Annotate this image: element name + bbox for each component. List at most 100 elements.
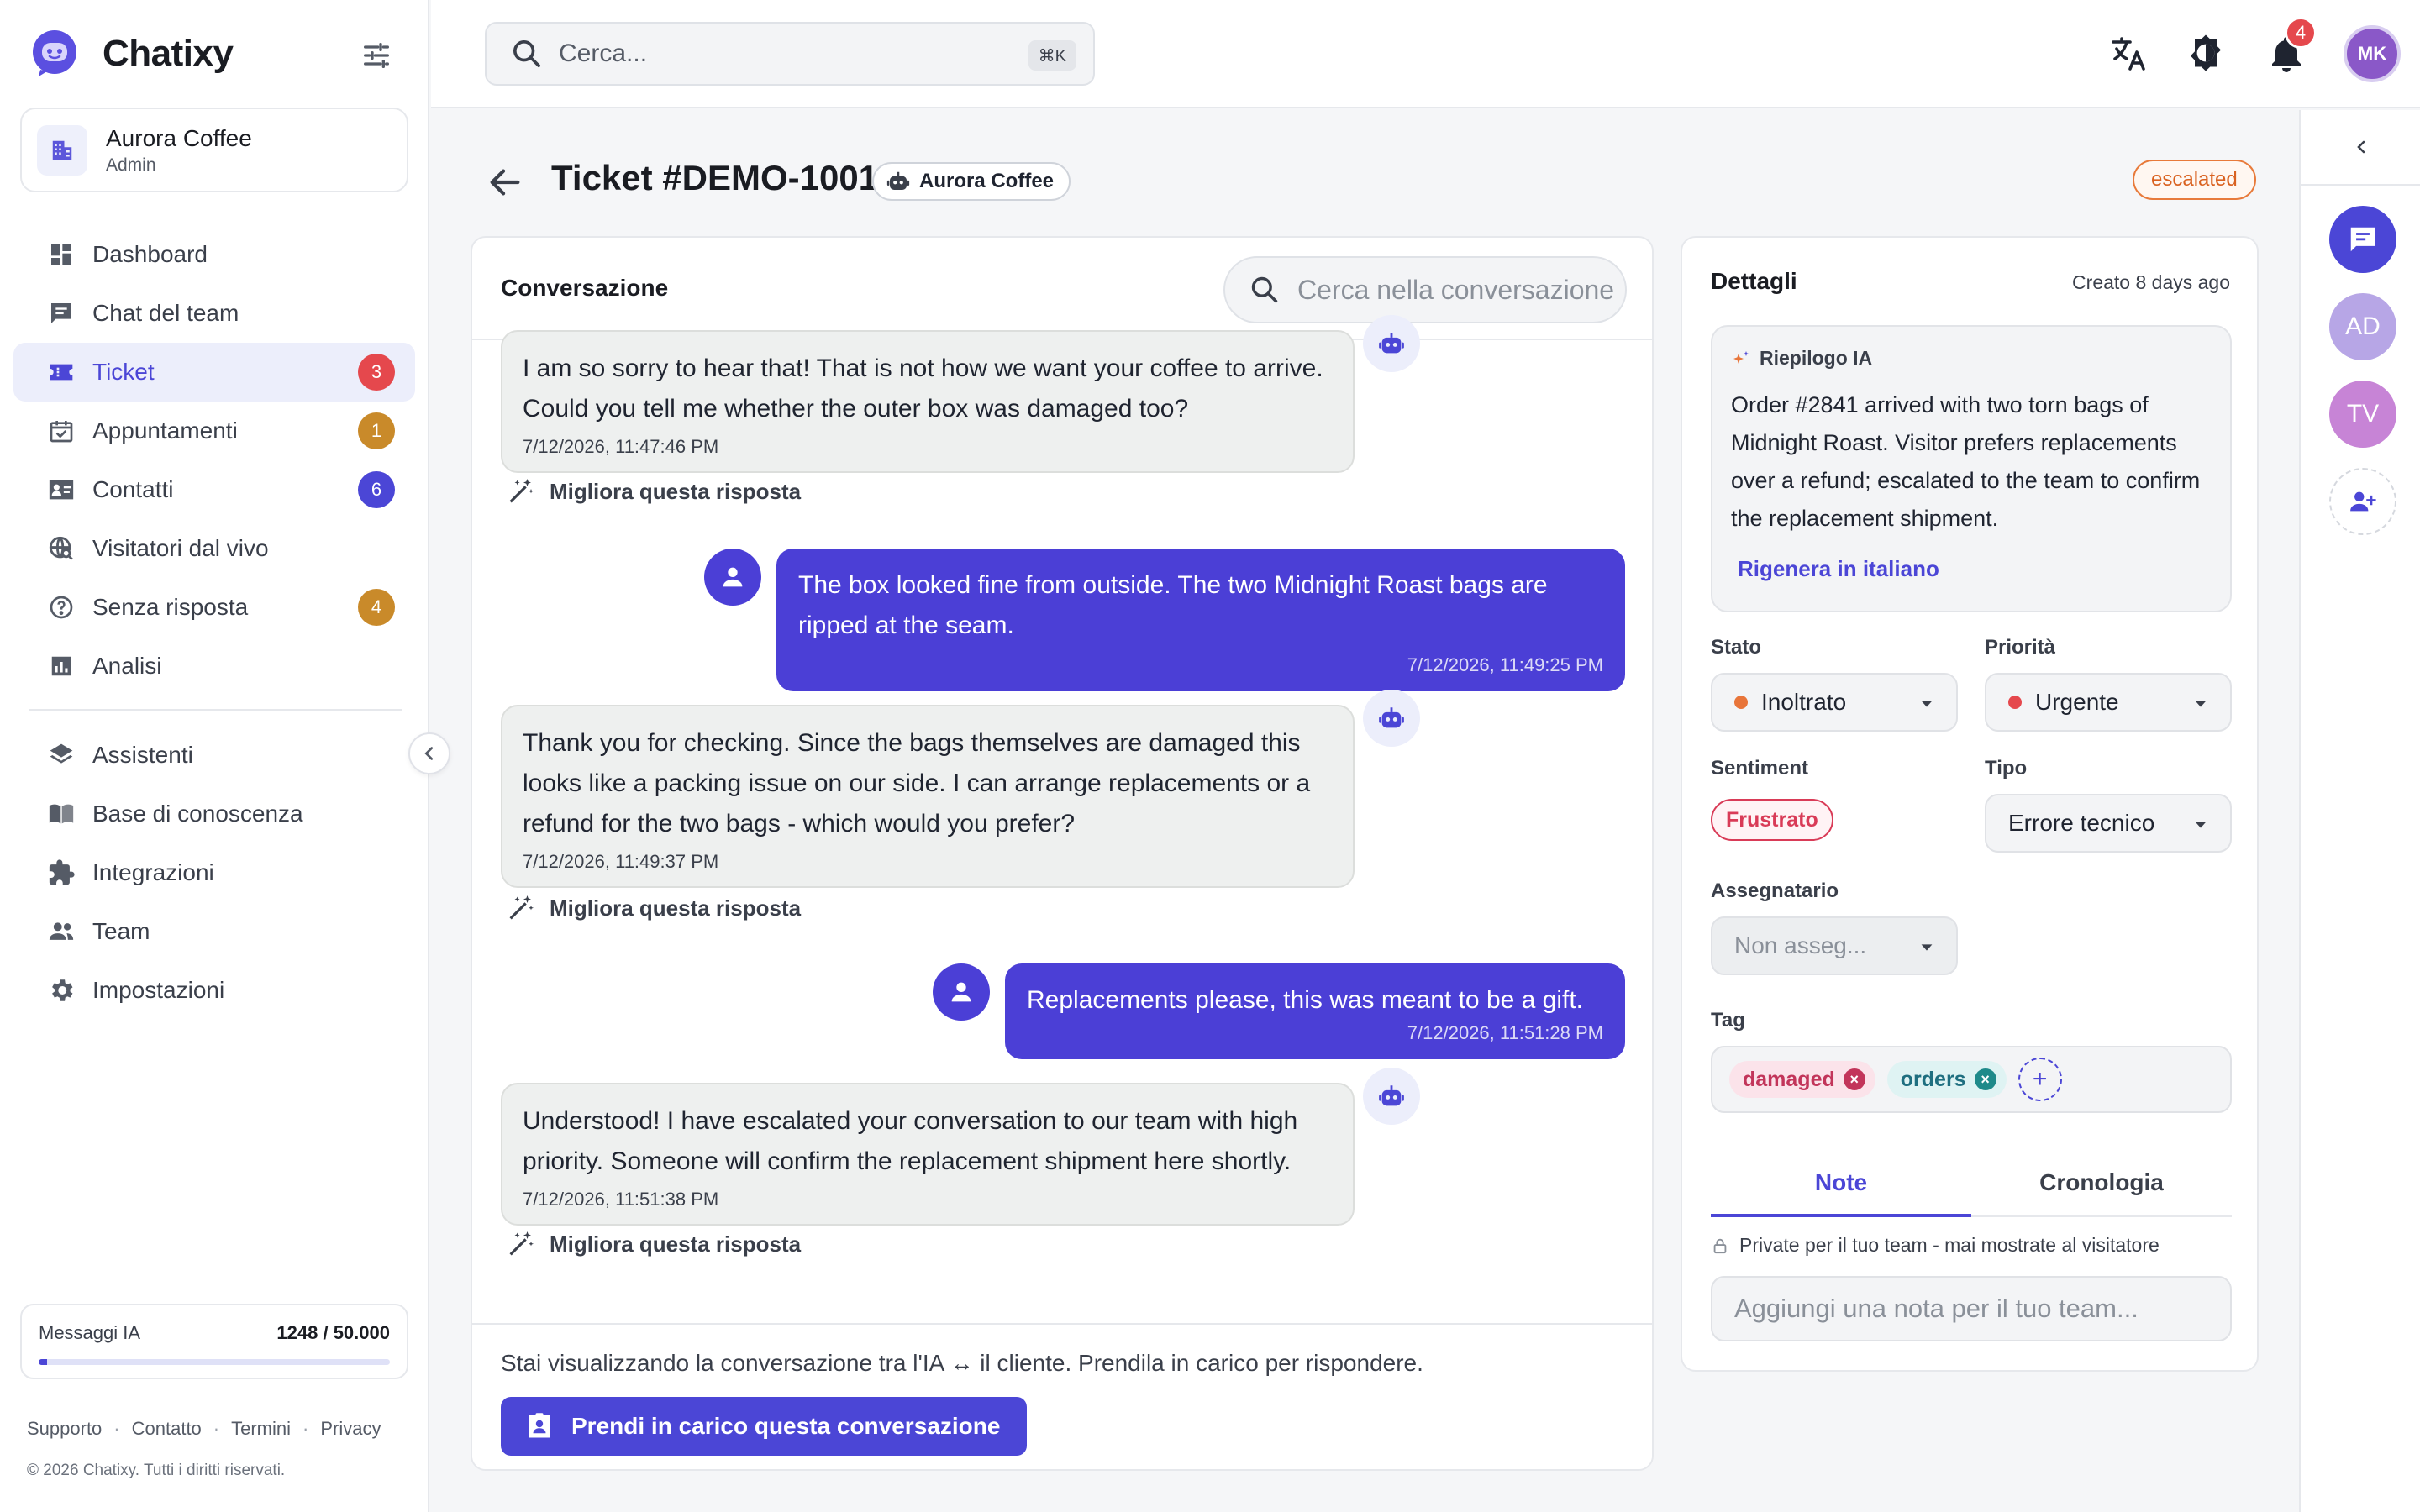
rail-avatar-tv[interactable]: TV <box>2329 381 2396 448</box>
nav-item-unanswered[interactable]: Senza risposta 4 <box>13 578 415 637</box>
improve-response-button[interactable]: Migliora questa risposta <box>506 893 801 923</box>
theme-toggle-icon[interactable] <box>2186 34 2226 74</box>
global-search-input[interactable]: Cerca... ⌘K <box>485 22 1095 86</box>
conversation-footer: Stai visualizzando la conversazione tra … <box>472 1323 1652 1469</box>
sidebar-collapse-button[interactable] <box>408 732 450 774</box>
org-switcher[interactable]: Aurora Coffee Admin <box>20 108 408 192</box>
add-person-icon <box>2350 491 2376 512</box>
type-select[interactable]: Errore tecnico <box>1985 794 2232 853</box>
nav-item-assistants[interactable]: Assistenti <box>13 726 415 785</box>
footer-link-contact[interactable]: Contatto <box>132 1418 202 1440</box>
ticket-status-badge: escalated <box>2133 160 2256 200</box>
footer-link-terms[interactable]: Termini <box>231 1418 291 1440</box>
nav-item-analytics[interactable]: Analisi <box>13 637 415 696</box>
details-title: Dettagli <box>1711 268 1797 294</box>
message-text: Replacements please, this was meant to b… <box>1027 986 1584 1014</box>
chatixy-logo-icon <box>33 30 76 76</box>
translate-icon[interactable] <box>2108 34 2149 74</box>
tune-icon[interactable] <box>360 39 393 72</box>
nav-label: Analisi <box>92 653 162 679</box>
rail-collapse-button[interactable] <box>2301 110 2420 186</box>
conversation-title: Conversazione <box>501 275 669 301</box>
user-avatar[interactable]: MK <box>2344 25 2401 82</box>
improve-response-button[interactable]: Migliora questa risposta <box>506 1229 801 1259</box>
priority-dot <box>2008 696 2022 709</box>
private-notice: Private per il tuo team - mai mostrate a… <box>1711 1234 2160 1257</box>
observer-notice: Stai visualizzando la conversazione tra … <box>501 1350 1423 1376</box>
take-over-button[interactable]: Prendi in carico questa conversazione <box>501 1397 1028 1456</box>
nav-label: Senza risposta <box>92 594 249 620</box>
conversation-search-input[interactable]: Cerca nella conversazione <box>1223 256 1627 323</box>
message-timestamp: 7/12/2026, 11:49:25 PM <box>1407 654 1603 675</box>
message-timestamp: 7/12/2026, 11:51:38 PM <box>523 1189 719 1210</box>
created-date: Creato 8 days ago <box>2072 271 2230 293</box>
nav-item-ticket[interactable]: Ticket 3 <box>13 343 415 402</box>
nav-item-integrations[interactable]: Integrazioni <box>13 843 415 902</box>
right-rail: AD TV <box>2299 110 2420 1512</box>
search-icon <box>1251 276 1278 303</box>
rail-avatar-ad[interactable]: AD <box>2329 293 2396 360</box>
rail-add-member-button[interactable] <box>2329 468 2396 535</box>
usage-progress <box>39 1359 390 1365</box>
tab-history[interactable]: Cronologia <box>1971 1150 2232 1215</box>
tags-label: Tag <box>1711 1009 1745 1032</box>
remove-tag-icon[interactable]: × <box>1843 1068 1865 1090</box>
nav-item-appointments[interactable]: Appuntamenti 1 <box>13 402 415 460</box>
status-value: Inoltrato <box>1761 689 1847 715</box>
ticket-count-badge: 3 <box>358 354 395 391</box>
nav-label: Visitatori dal vivo <box>92 535 269 561</box>
nav-item-team[interactable]: Team <box>13 902 415 961</box>
improve-response-label: Migliora questa risposta <box>550 895 802 921</box>
usage-label: Messaggi IA <box>39 1322 141 1343</box>
back-arrow-icon[interactable] <box>486 163 524 202</box>
team-icon <box>45 916 77 948</box>
nav-label: Team <box>92 918 150 944</box>
footer-link-privacy[interactable]: Privacy <box>320 1418 381 1440</box>
assignee-select[interactable]: Non asseg... <box>1711 916 1958 975</box>
nav-item-live-visitors[interactable]: Visitatori dal vivo <box>13 519 415 578</box>
lock-icon <box>1713 1238 1727 1253</box>
priority-select[interactable]: Urgente <box>1985 673 2232 732</box>
message-icon <box>2350 227 2375 252</box>
contacts-icon <box>45 474 77 506</box>
regenerate-summary-link[interactable]: Rigenera in italiano <box>1738 556 2212 582</box>
nav-label: Ticket <box>92 359 155 385</box>
tag-chip: damaged × <box>1729 1061 1876 1098</box>
message-text: The box looked fine from outside. The tw… <box>798 571 1548 639</box>
nav-divider <box>29 709 402 711</box>
magic-wand-icon <box>509 895 534 920</box>
main-nav: Dashboard Chat del team Ticket 3 Appunta… <box>13 225 415 1020</box>
bot-avatar <box>1363 690 1420 747</box>
brand-name: Chatixy <box>103 33 234 74</box>
nav-label: Assistenti <box>92 742 193 768</box>
type-value: Errore tecnico <box>2008 810 2155 836</box>
brand[interactable]: Chatixy <box>30 27 234 81</box>
add-tag-button[interactable]: + <box>2018 1058 2062 1101</box>
nav-item-contacts[interactable]: Contatti 6 <box>13 460 415 519</box>
remove-tag-icon[interactable]: × <box>1974 1068 1996 1090</box>
book-icon <box>45 798 77 830</box>
rail-conversations-button[interactable] <box>2329 206 2396 273</box>
visitor-avatar <box>704 549 761 606</box>
note-input[interactable]: Aggiungi una nota per il tuo team... <box>1711 1276 2232 1341</box>
status-select[interactable]: Inoltrato <box>1711 673 1958 732</box>
message-timestamp: 7/12/2026, 11:51:28 PM <box>1407 1022 1603 1043</box>
layers-icon <box>45 739 77 771</box>
ai-usage-card: Messaggi IA 1248 / 50.000 <box>20 1304 408 1379</box>
tab-notes[interactable]: Note <box>1711 1150 1971 1217</box>
nav-label: Chat del team <box>92 300 239 326</box>
gear-icon <box>45 974 77 1006</box>
nav-item-settings[interactable]: Impostazioni <box>13 961 415 1020</box>
message-text: Thank you for checking. Since the bags t… <box>523 729 1311 837</box>
nav-item-knowledge-base[interactable]: Base di conoscenza <box>13 785 415 843</box>
help-icon <box>45 591 77 623</box>
footer-link-support[interactable]: Supporto <box>27 1418 102 1440</box>
ticket-icon <box>45 356 77 388</box>
ticket-org-name: Aurora Coffee <box>919 170 1055 192</box>
conversation-search-placeholder: Cerca nella conversazione <box>1297 274 1615 305</box>
improve-response-button[interactable]: Migliora questa risposta <box>506 476 801 507</box>
sentiment-label: Sentiment <box>1711 757 1809 780</box>
topbar: Cerca... ⌘K 4 MK <box>431 0 2420 108</box>
nav-item-dashboard[interactable]: Dashboard <box>13 225 415 284</box>
nav-item-team-chat[interactable]: Chat del team <box>13 284 415 343</box>
